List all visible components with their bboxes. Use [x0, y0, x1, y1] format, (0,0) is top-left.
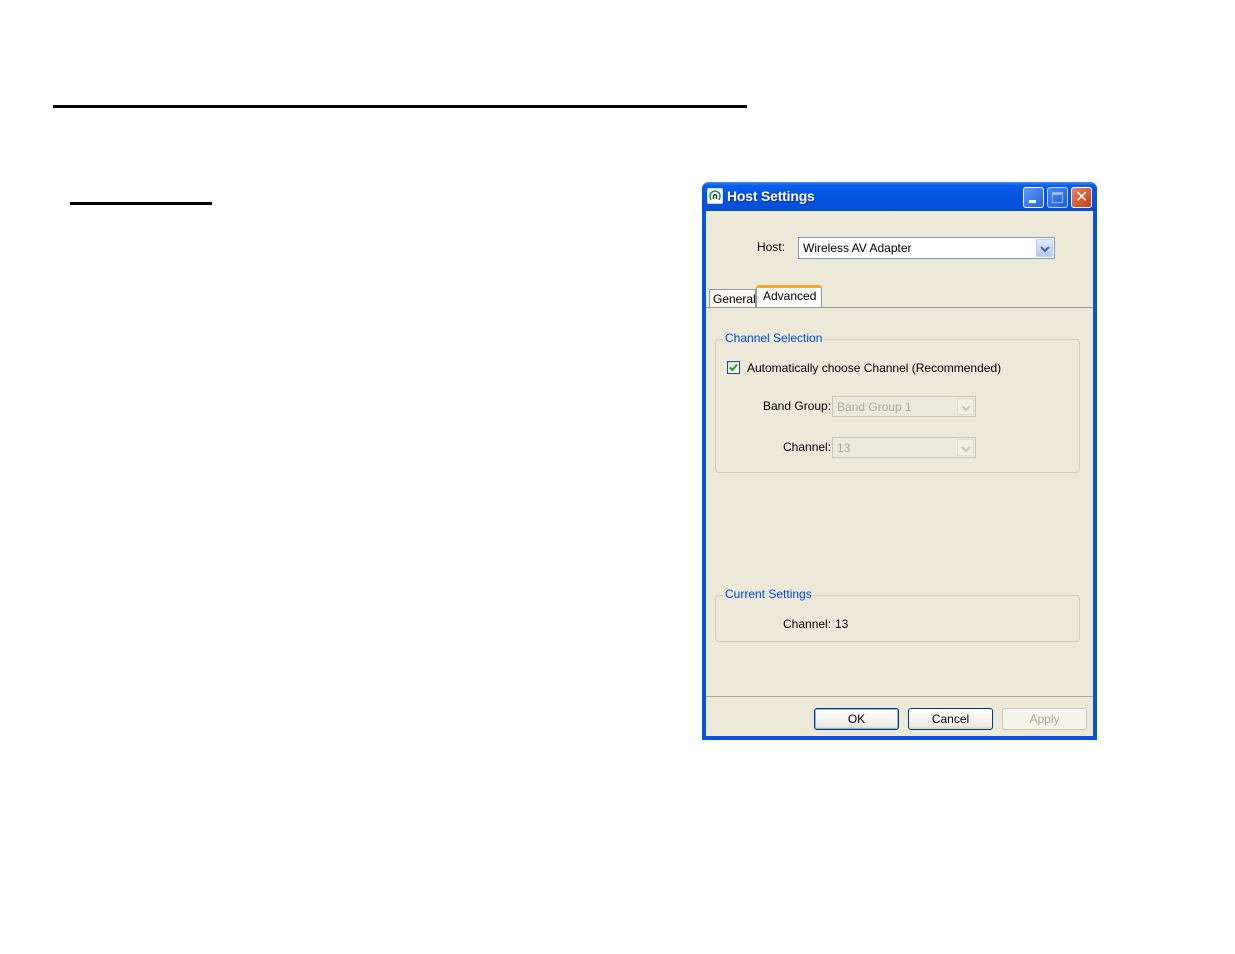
band-group-dropdown[interactable]: Band Group 1 [832, 396, 976, 417]
horizontal-rule-short [70, 202, 212, 205]
chevron-down-icon[interactable] [957, 439, 974, 456]
horizontal-rule-long [53, 105, 747, 108]
host-label: Host: [757, 240, 786, 254]
ok-button[interactable]: OK [814, 708, 899, 730]
channel-selection-legend: Channel Selection [723, 331, 825, 345]
host-dropdown[interactable]: Wireless AV Adapter [798, 237, 1055, 259]
close-button[interactable]: ✕ [1071, 187, 1092, 208]
close-icon: ✕ [1075, 187, 1089, 206]
dialog-client-area: Host: Wireless AV Adapter General Advanc… [706, 211, 1093, 736]
minimize-icon [1029, 200, 1036, 203]
host-dropdown-value: Wireless AV Adapter [803, 241, 912, 255]
channel-selection-group: Channel Selection Automatically choose C… [715, 331, 1080, 473]
window-title: Host Settings [727, 188, 815, 204]
title-bar[interactable]: Host Settings ✕ [702, 182, 1097, 211]
app-logo-icon [707, 188, 723, 204]
maximize-icon [1052, 192, 1063, 203]
tab-advanced-label: Advanced [763, 289, 817, 303]
band-group-value: Band Group 1 [837, 400, 912, 414]
channel-value: 13 [837, 441, 851, 455]
chevron-down-icon[interactable] [957, 398, 974, 415]
channel-dropdown[interactable]: 13 [832, 437, 976, 458]
tab-general-label: General [713, 292, 756, 306]
minimize-button[interactable] [1023, 187, 1044, 208]
maximize-button[interactable] [1047, 187, 1068, 208]
tab-strip-divider [706, 307, 1093, 308]
current-settings-legend: Current Settings [723, 587, 814, 601]
footer-divider [706, 696, 1093, 697]
cancel-button[interactable]: Cancel [908, 708, 993, 730]
checkmark-icon [729, 363, 738, 372]
host-settings-window: Host Settings ✕ Host: Wireless AV Adapte… [702, 182, 1097, 740]
current-channel-value: 13 [835, 617, 849, 631]
apply-button[interactable]: Apply [1002, 708, 1087, 730]
current-channel-label: Channel: [783, 617, 832, 631]
current-settings-group: Current Settings Channel: 13 [715, 587, 1080, 642]
band-group-label: Band Group: [763, 399, 832, 413]
auto-channel-checkbox[interactable] [727, 361, 740, 374]
channel-label: Channel: [783, 440, 832, 454]
tab-advanced[interactable]: Advanced [756, 285, 822, 308]
tab-general[interactable]: General [709, 289, 756, 307]
auto-channel-label[interactable]: Automatically choose Channel (Recommende… [747, 361, 1001, 375]
chevron-down-icon[interactable] [1036, 239, 1053, 257]
